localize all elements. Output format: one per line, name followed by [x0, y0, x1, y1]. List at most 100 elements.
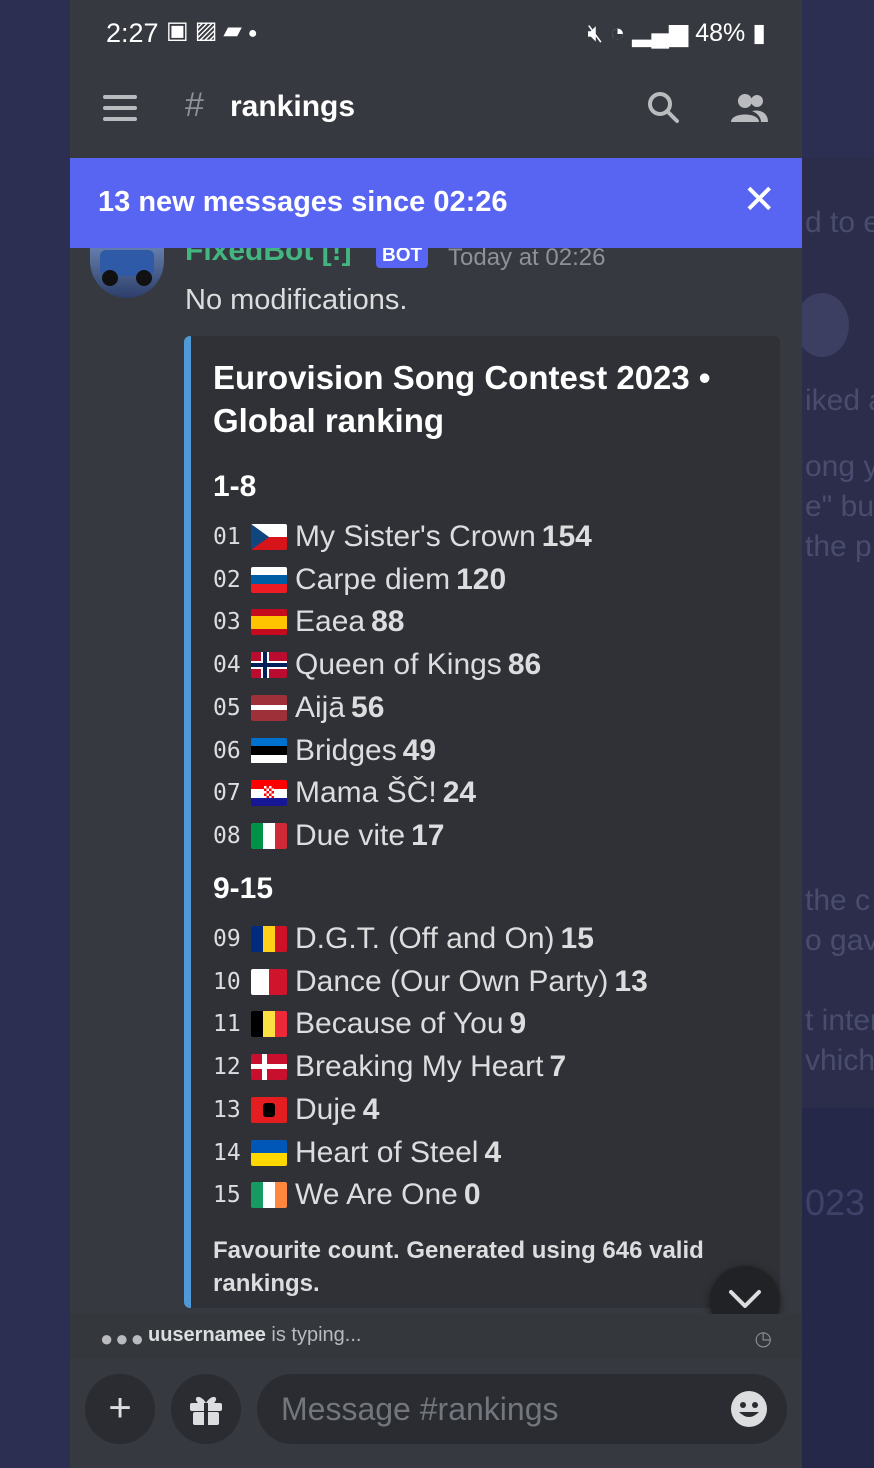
- ranking-row: 13 Duje 4: [213, 1093, 379, 1133]
- flag-icon: [251, 1182, 287, 1209]
- background-text: t inter: [805, 1004, 874, 1037]
- song-title: Carpe diem: [295, 562, 451, 596]
- menu-icon[interactable]: [103, 95, 137, 121]
- rank-number: 11: [213, 1011, 241, 1038]
- channel-header: # rankings: [70, 70, 802, 158]
- flag-icon: [251, 968, 287, 995]
- score-value: 24: [442, 776, 477, 810]
- score-value: 13: [614, 964, 648, 998]
- flag-icon: [251, 694, 287, 721]
- flag-icon: [251, 737, 287, 764]
- close-icon[interactable]: ✕: [742, 180, 776, 220]
- ranking-row: 06 Bridges 49: [213, 734, 436, 774]
- score-value: 86: [507, 648, 542, 682]
- typing-suffix: is typing...: [271, 1324, 362, 1346]
- chat-icon: ▰: [223, 17, 248, 44]
- rank-number: 08: [213, 822, 241, 849]
- channel-name: rankings: [230, 90, 356, 123]
- battery-level: 48%: [695, 19, 746, 47]
- song-title: Mama ŠČ!: [295, 776, 437, 810]
- search-icon[interactable]: [646, 90, 680, 124]
- ranking-row: 04 Queen of Kings 86: [213, 648, 541, 688]
- flag-icon: [251, 1139, 287, 1166]
- rank-number: 05: [213, 694, 241, 721]
- flag-icon: [251, 780, 287, 807]
- flag-icon: [251, 652, 287, 679]
- flag-icon: [251, 1011, 287, 1038]
- song-title: We Are One: [295, 1178, 458, 1212]
- rank-number: 02: [213, 566, 241, 593]
- ranking-row: 12 Breaking My Heart 7: [213, 1050, 566, 1090]
- background-text: the c: [805, 884, 871, 917]
- song-title: Due vite: [295, 818, 406, 852]
- song-title: Heart of Steel: [295, 1135, 479, 1169]
- flag-icon: [251, 1096, 287, 1123]
- typing-user: uusernamee: [148, 1324, 266, 1346]
- gift-icon: [190, 1396, 222, 1425]
- ranking-row: 11 Because of You 9: [213, 1007, 526, 1047]
- score-value: 17: [411, 818, 445, 852]
- ranking-row: 07 Mama ŠČ! 24: [213, 776, 476, 816]
- ranking-row: 14 Heart of Steel 4: [213, 1136, 501, 1176]
- background-avatar: [795, 293, 849, 357]
- new-messages-banner[interactable]: 13 new messages since 02:26 ✕: [70, 158, 802, 248]
- background-text: e" bu: [805, 490, 874, 523]
- chevron-down-icon: [729, 1290, 761, 1308]
- field-name: 9-15: [213, 872, 274, 905]
- add-attachment-button[interactable]: +: [85, 1374, 155, 1444]
- song-title: Aijā: [295, 690, 346, 724]
- embed-footer: Favourite count. Generated using 646 val…: [213, 1237, 704, 1297]
- message-text: No modifications.: [185, 284, 408, 316]
- background-text: the p: [805, 530, 872, 563]
- background-text: d to e: [805, 206, 874, 239]
- typing-text: uusernamee is typing...: [148, 1324, 361, 1347]
- score-value: 88: [371, 605, 405, 639]
- ranking-row: 05 Aijā 56: [213, 691, 384, 731]
- typing-dots-icon: ●●●: [100, 1326, 146, 1351]
- background-text: 023: [805, 1182, 866, 1223]
- song-title: Eaea: [295, 605, 366, 639]
- discord-app: 2:27 ▣▨▰● 🔇︎ ◔ ▂▄▆ 48% ▮ # rankings Fixe…: [70, 0, 802, 1468]
- song-title: Bridges: [295, 733, 397, 767]
- background-text: o gave: [805, 924, 874, 957]
- song-title: My Sister's Crown: [295, 520, 536, 553]
- system-icons: 🔇︎ ◔ ▂▄▆ 48% ▮: [587, 18, 766, 48]
- score-value: 15: [560, 922, 594, 955]
- flag-icon: [251, 926, 287, 952]
- message-input[interactable]: [257, 1374, 787, 1444]
- background-text: iked a: [805, 384, 874, 417]
- song-title: Duje: [295, 1092, 357, 1126]
- rank-number: 12: [213, 1054, 241, 1081]
- timer-icon: ◷: [754, 1328, 772, 1350]
- score-value: 7: [549, 1050, 567, 1084]
- typing-indicator: ●●● uusernamee is typing... ◷: [70, 1314, 802, 1358]
- rank-number: 01: [213, 524, 241, 550]
- gift-button[interactable]: [171, 1374, 241, 1444]
- members-icon[interactable]: [730, 92, 768, 124]
- channel-hash-icon: #: [185, 86, 204, 124]
- rank-number: 04: [213, 652, 241, 679]
- score-value: 4: [362, 1092, 380, 1126]
- emoji-icon[interactable]: [730, 1390, 768, 1428]
- song-title: Breaking My Heart: [295, 1050, 544, 1084]
- wifi-icon: ◔: [610, 19, 626, 47]
- mute-icon: 🔇︎: [587, 19, 604, 47]
- rank-number: 09: [213, 926, 241, 952]
- ranking-row: 03 Eaea 88: [213, 605, 404, 645]
- message-timestamp: Today at 02:26: [448, 244, 606, 271]
- rank-number: 10: [213, 968, 241, 995]
- background-text: ong yo: [805, 450, 874, 483]
- ranking-row: 10 Dance (Our Own Party) 13: [213, 965, 648, 1005]
- score-value: 9: [509, 1007, 527, 1041]
- flag-icon: [251, 1054, 287, 1081]
- ranking-row: 01 My Sister's Crown 154: [213, 520, 592, 560]
- new-messages-text: 13 new messages since 02:26: [98, 186, 508, 218]
- image-icon: ▨: [194, 17, 224, 44]
- avatar[interactable]: [90, 240, 164, 298]
- rank-number: 06: [213, 737, 241, 764]
- field-name: 1-8: [213, 470, 257, 503]
- flag-icon: [251, 609, 287, 636]
- score-value: 56: [351, 690, 385, 724]
- ranking-row: 15 We Are One 0: [213, 1178, 481, 1218]
- song-title: Dance (Our Own Party): [295, 964, 609, 998]
